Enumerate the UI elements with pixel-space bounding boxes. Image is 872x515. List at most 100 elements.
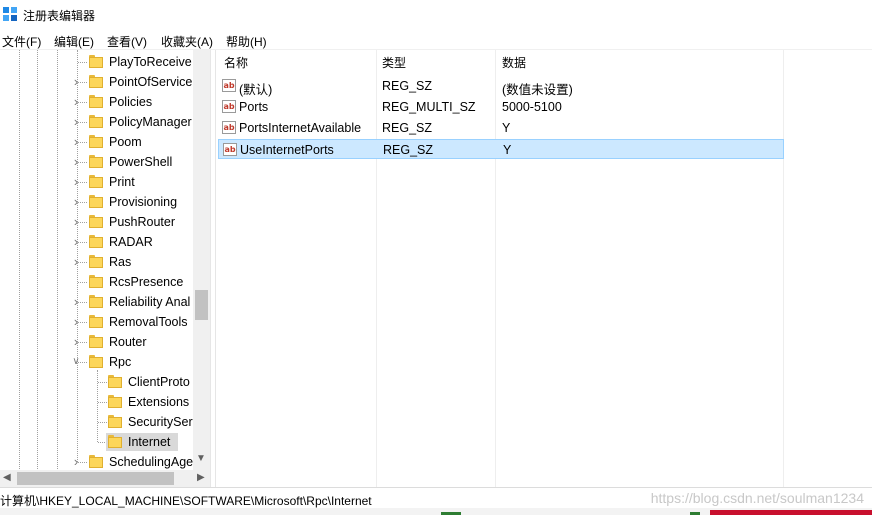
value-data: Y [502,121,511,135]
tree-item[interactable]: ∨ Rpc [0,352,194,372]
chevron-right-icon[interactable]: › [72,215,80,228]
tree-connector [98,382,107,383]
folder-icon [89,295,103,308]
regedit-app-icon [3,7,17,21]
chevron-right-icon[interactable]: › [72,95,80,108]
menu-edit[interactable]: 编辑(E) [54,33,94,50]
folder-icon [89,335,103,348]
tree-item[interactable]: › Poom [0,132,194,152]
tree-item[interactable]: › PointOfService [0,72,194,92]
folder-icon [89,95,103,108]
tree-item[interactable]: › PushRouter [0,212,194,232]
taskbar-active-app[interactable] [710,510,872,515]
value-row[interactable]: ab PortsInternetAvailable REG_SZ Y [218,118,784,138]
status-bar: 计算机\HKEY_LOCAL_MACHINE\SOFTWARE\Microsof… [0,487,872,509]
folder-icon [89,455,103,468]
tree-item-label: PolicyManager [109,115,192,129]
tree-item[interactable]: › Policies [0,92,194,112]
chevron-right-icon[interactable]: ▶ [197,473,205,483]
scroll-thumb[interactable] [195,290,208,320]
tree-item-label: RcsPresence [109,275,184,289]
tree-item[interactable]: ClientProto [0,372,194,392]
tree-item[interactable]: › Reliability Anal [0,292,194,312]
menu-view[interactable]: 查看(V) [107,33,147,50]
chevron-right-icon[interactable]: › [72,255,80,268]
folder-icon [89,155,103,168]
tree-connector [78,62,87,63]
tree-horizontal-scrollbar[interactable]: ◀ ▶ [0,470,210,487]
chevron-down-icon[interactable]: ∨ [72,357,80,367]
tree-item-label: Policies [109,95,153,109]
value-data: 5000-5100 [502,100,562,114]
chevron-right-icon[interactable]: › [72,335,80,348]
tree-item[interactable]: › PowerShell [0,152,194,172]
chevron-right-icon[interactable]: › [72,135,80,148]
tree-item-label: Rpc [109,355,132,369]
value-row[interactable]: ab UseInternetPorts REG_SZ Y [218,139,784,159]
tree-item-label: Internet [128,435,171,449]
key-tree[interactable]: PlayToReceive › PointOfService › Policies › Po… [0,50,211,487]
tree-item[interactable]: RcsPresence [0,272,194,292]
chevron-down-icon[interactable]: ▼ [196,454,206,464]
tree-item[interactable]: SecuritySer [0,412,194,432]
folder-icon [89,215,103,228]
string-value-icon: ab [223,143,237,156]
chevron-right-icon[interactable]: › [72,235,80,248]
tree-item[interactable]: › PolicyManager [0,112,194,132]
window-title: 注册表编辑器 [23,9,96,23]
value-data: Y [503,143,512,157]
folder-icon [89,195,103,208]
taskbar-strip [0,508,872,515]
folder-icon [89,55,103,68]
tree-item-label: Print [109,175,135,189]
folder-icon [108,395,122,408]
value-type: REG_SZ [382,79,433,93]
column-header-data[interactable]: 数据 [502,54,526,71]
chevron-right-icon[interactable]: › [72,155,80,168]
column-header-type[interactable]: 类型 [382,54,406,71]
tree-item[interactable]: › Ras [0,252,194,272]
chevron-right-icon[interactable]: › [72,175,80,188]
registry-path: 计算机\HKEY_LOCAL_MACHINE\SOFTWARE\Microsof… [0,494,372,508]
tree-item[interactable]: Extensions [0,392,194,412]
watermark: https://blog.csdn.net/soulman1234 [650,490,864,506]
tree-item-label: RADAR [109,235,153,249]
tree-connector [98,422,107,423]
menu-favorites[interactable]: 收藏夹(A) [161,33,213,50]
folder-icon [89,115,103,128]
folder-icon [89,235,103,248]
tree-vertical-scrollbar[interactable]: ▼ [193,50,210,470]
folder-icon [108,435,122,448]
tree-item[interactable]: › Provisioning [0,192,194,212]
chevron-right-icon[interactable]: › [72,195,80,208]
tree-connector [98,402,107,403]
chevron-right-icon[interactable]: › [72,115,80,128]
value-type: REG_SZ [382,121,433,135]
chevron-right-icon[interactable]: › [72,295,80,308]
value-row[interactable]: ab Ports REG_MULTI_SZ 5000-5100 [218,97,784,117]
menu-file[interactable]: 文件(F) [2,33,41,50]
tree-item[interactable]: › RemovalTools [0,312,194,332]
folder-icon [89,255,103,268]
column-header-name[interactable]: 名称 [224,54,248,71]
tree-item[interactable]: Internet [0,432,194,452]
value-type: REG_SZ [383,143,434,157]
tree-item[interactable]: › Router [0,332,194,352]
tree-item[interactable]: PlayToReceive [0,52,194,72]
value-name: Ports [239,100,269,114]
values-list[interactable]: 名称 类型 数据 ab (默认) REG_SZ (数值未设置) ab Ports REG_M… [215,50,872,487]
scroll-thumb[interactable] [17,472,174,485]
chevron-right-icon[interactable]: › [72,315,80,328]
tree-item[interactable]: › Print [0,172,194,192]
value-row[interactable]: ab (默认) REG_SZ (数值未设置) [218,76,784,97]
menu-help[interactable]: 帮助(H) [226,33,267,50]
tree-item-label: Router [109,335,147,349]
tree-item[interactable]: › RADAR [0,232,194,252]
value-data: (数值未设置) [502,83,573,97]
string-value-icon: ab [222,100,236,113]
folder-icon [89,355,103,368]
chevron-right-icon[interactable]: › [72,75,80,88]
chevron-left-icon[interactable]: ◀ [3,473,11,483]
tree-item[interactable]: › SchedulingAge [0,452,194,472]
chevron-right-icon[interactable]: › [72,455,80,468]
